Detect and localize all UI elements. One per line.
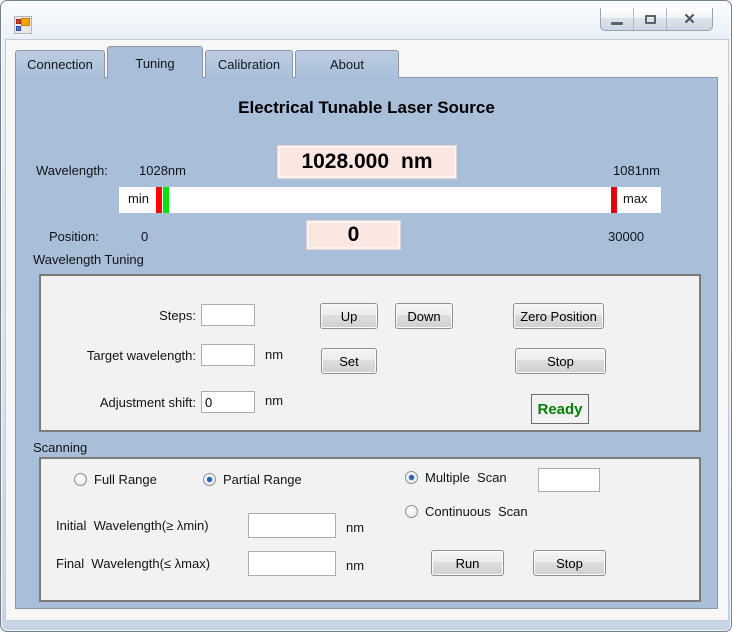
- position-max-value: 30000: [608, 229, 644, 244]
- wavelength-min-value: 1028nm: [139, 163, 186, 178]
- slider-min-limit-tick: [156, 187, 162, 213]
- slider-max-label: max: [623, 191, 648, 206]
- radio-circle: [405, 505, 418, 518]
- wavelength-label: Wavelength:: [36, 163, 108, 178]
- tuning-stop-button[interactable]: Stop: [515, 348, 606, 374]
- slider-current-position-tick[interactable]: [163, 187, 169, 213]
- final-wavelength-input[interactable]: [248, 551, 336, 576]
- scanning-stop-button[interactable]: Stop: [533, 550, 606, 576]
- wavelength-display: 1028.000nm: [277, 145, 457, 179]
- position-slider[interactable]: min max: [119, 187, 661, 213]
- zero-position-button[interactable]: Zero Position: [513, 303, 604, 329]
- multiple-scan-radio[interactable]: Multiple Scan: [405, 470, 507, 485]
- position-min-value: 0: [141, 229, 148, 244]
- winforms-app-icon: [14, 16, 32, 34]
- minimize-icon: [611, 22, 623, 25]
- shift-unit-label: nm: [265, 393, 283, 408]
- maximize-button[interactable]: [634, 8, 667, 30]
- multiple-scan-count-input[interactable]: [538, 468, 600, 492]
- tab-tuning[interactable]: Tuning: [107, 46, 203, 79]
- radio-circle: [405, 471, 418, 484]
- final-unit-label: nm: [346, 558, 364, 573]
- caption-button-group: ✕: [600, 8, 713, 31]
- final-wavelength-label: Final Wavelength(≤ λmax): [56, 556, 210, 571]
- radio-circle: [74, 473, 87, 486]
- adjustment-shift-label: Adjustment shift:: [46, 395, 196, 410]
- up-button[interactable]: Up: [320, 303, 378, 329]
- tab-strip: Connection Tuning Calibration About: [15, 45, 719, 78]
- adjustment-shift-input[interactable]: [201, 391, 255, 413]
- tuning-group-caption: Wavelength Tuning: [33, 252, 144, 267]
- partial-range-radio[interactable]: Partial Range: [203, 472, 302, 487]
- tab-about[interactable]: About: [295, 50, 399, 78]
- run-button[interactable]: Run: [431, 550, 504, 576]
- close-icon: ✕: [683, 12, 696, 27]
- tuning-tab-page: Electrical Tunable Laser Source Waveleng…: [15, 77, 718, 609]
- close-button[interactable]: ✕: [667, 8, 712, 30]
- full-range-radio[interactable]: Full Range: [74, 472, 157, 487]
- slider-min-label: min: [128, 191, 149, 206]
- down-button[interactable]: Down: [395, 303, 453, 329]
- set-button[interactable]: Set: [321, 348, 377, 374]
- maximize-icon: [645, 15, 656, 24]
- target-wavelength-input[interactable]: [201, 344, 255, 366]
- tab-calibration[interactable]: Calibration: [205, 50, 293, 78]
- position-display: 0: [306, 220, 401, 250]
- initial-unit-label: nm: [346, 520, 364, 535]
- slider-max-limit-tick: [611, 187, 617, 213]
- minimize-button[interactable]: [601, 8, 634, 30]
- scanning-group-caption: Scanning: [33, 440, 87, 455]
- form-client-area: Connection Tuning Calibration About Elec…: [5, 39, 729, 621]
- target-unit-label: nm: [265, 347, 283, 362]
- steps-input[interactable]: [201, 304, 255, 326]
- steps-label: Steps:: [46, 308, 196, 323]
- tab-connection[interactable]: Connection: [15, 50, 105, 78]
- status-indicator: Ready: [531, 394, 589, 424]
- title-bar[interactable]: ✕: [1, 1, 731, 39]
- app-window: ✕ Connection Tuning Calibration About El…: [0, 0, 732, 632]
- initial-wavelength-label: Initial Wavelength(≥ λmin): [56, 518, 209, 533]
- target-wavelength-label: Target wavelength:: [46, 348, 196, 363]
- wavelength-max-value: 1081nm: [613, 163, 660, 178]
- initial-wavelength-input[interactable]: [248, 513, 336, 538]
- radio-circle: [203, 473, 216, 486]
- tab-control: Connection Tuning Calibration About Elec…: [15, 45, 719, 613]
- continuous-scan-radio[interactable]: Continuous Scan: [405, 504, 528, 519]
- position-label: Position:: [49, 229, 99, 244]
- page-title: Electrical Tunable Laser Source: [16, 98, 717, 118]
